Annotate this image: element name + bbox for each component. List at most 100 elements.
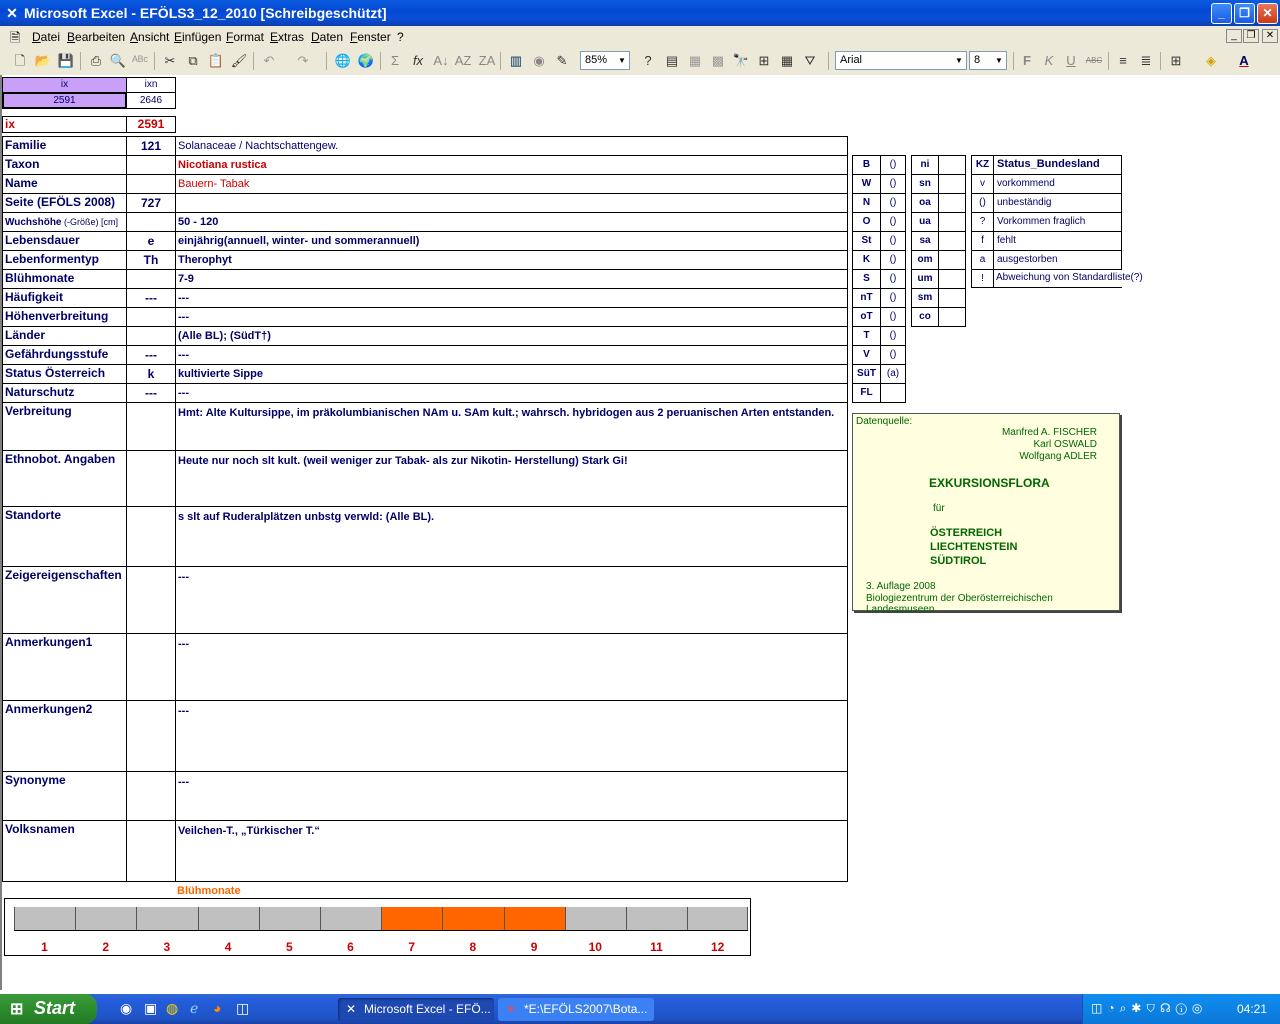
field-value[interactable] [175, 193, 848, 213]
field-code[interactable] [126, 450, 176, 507]
field-value[interactable]: (Alle BL); (SüdT†) [175, 326, 848, 346]
field-value[interactable]: 7-9 [175, 269, 848, 289]
field-code[interactable]: --- [126, 288, 176, 308]
doc-minimize-button[interactable]: _ [1226, 29, 1242, 43]
field-value[interactable]: --- [175, 633, 848, 701]
hyperlink-icon[interactable]: 🌐 [333, 52, 353, 70]
web-icon[interactable]: 🌍 [356, 52, 376, 70]
redo-icon[interactable]: ↷ [293, 52, 313, 70]
field-value[interactable]: --- [175, 345, 848, 365]
table-icon[interactable]: ▦ [777, 52, 797, 70]
bold-button[interactable]: F [1017, 52, 1037, 70]
firefox-icon[interactable]: ◕ [213, 1000, 221, 1016]
field-value[interactable]: Bauern- Tabak [175, 174, 848, 194]
help-icon[interactable]: ? [638, 52, 658, 70]
calc-icon[interactable]: ▩ [708, 52, 728, 70]
field-value[interactable]: einjährig(annuell, winter- und sommerann… [175, 231, 848, 251]
field-code[interactable] [126, 212, 176, 232]
menu-ansicht[interactable]: Ansicht [130, 30, 169, 44]
zoom-select[interactable]: 85% ▼ [580, 51, 630, 70]
field-code[interactable] [126, 771, 176, 821]
font-color-icon[interactable]: A [1234, 52, 1254, 70]
field-code[interactable] [126, 326, 176, 346]
undo-icon[interactable]: ↶ [259, 52, 279, 70]
altitude-status[interactable] [938, 231, 966, 251]
region-status[interactable]: (a) [880, 364, 906, 384]
tray-icons[interactable]: ◫◔⌕✱⛉☊ⓘ◎ [1091, 1001, 1207, 1016]
field-code[interactable] [126, 506, 176, 567]
spellcheck-icon[interactable]: ᴬᴮᶜ [130, 52, 150, 70]
field-code[interactable] [126, 700, 176, 772]
sort-desc-icon[interactable]: ZA [477, 52, 497, 70]
save-icon[interactable]: 💾 [56, 52, 76, 70]
field-code[interactable]: --- [126, 345, 176, 365]
field-code[interactable]: k [126, 364, 176, 384]
altitude-status[interactable] [938, 193, 966, 213]
field-value[interactable]: --- [175, 700, 848, 772]
altitude-status[interactable] [938, 155, 966, 175]
ixn-value-cell[interactable]: 2646 [126, 92, 176, 109]
quicklaunch-icon-6[interactable]: ◫ [236, 1000, 249, 1017]
restore-button[interactable]: ❐ [1234, 3, 1255, 24]
altitude-status[interactable] [938, 269, 966, 289]
region-status[interactable]: () [880, 231, 906, 251]
region-status[interactable]: () [880, 193, 906, 213]
form-icon[interactable]: ▤ [662, 52, 682, 70]
drawing-icon[interactable]: ✎ [552, 52, 572, 70]
italic-button[interactable]: K [1039, 52, 1059, 70]
font-select[interactable]: Arial ▼ [835, 51, 967, 70]
align-center-icon[interactable]: ≣ [1136, 52, 1156, 70]
sort-asc-icon[interactable]: A↓ [431, 52, 451, 70]
field-value[interactable]: --- [175, 771, 848, 821]
field-code[interactable]: 121 [126, 136, 176, 156]
field-value[interactable]: s slt auf Ruderalplätzen unbstg verwld: … [175, 506, 848, 567]
region-status[interactable]: () [880, 288, 906, 308]
font-size-select[interactable]: 8 ▼ [969, 51, 1007, 70]
region-status[interactable]: () [880, 174, 906, 194]
find-icon[interactable]: 🔭 [731, 52, 751, 70]
start-button[interactable]: ⊞ Start [0, 994, 97, 1024]
field-value[interactable]: 50 - 120 [175, 212, 848, 232]
region-status[interactable]: () [880, 155, 906, 175]
altitude-status[interactable] [938, 174, 966, 194]
task-excel[interactable]: ✕ Microsoft Excel - EFÖ... [338, 998, 494, 1021]
sort-az-icon[interactable]: AZ [453, 52, 473, 70]
field-value[interactable]: --- [175, 288, 848, 308]
strike-button[interactable]: ABC [1084, 52, 1104, 70]
function-icon[interactable]: fx [408, 52, 428, 70]
menu-datei[interactable]: Datei [32, 30, 60, 44]
borders-icon[interactable]: ⊞ [1166, 52, 1186, 70]
freeze-icon[interactable]: ⊞ [754, 52, 774, 70]
autofilter-icon[interactable]: ⛛ [800, 52, 820, 70]
paste-icon[interactable]: 📋 [206, 52, 226, 70]
region-status[interactable]: () [880, 212, 906, 232]
menu-format[interactable]: Format [226, 30, 264, 44]
field-value[interactable]: Heute nur noch slt kult. (weil weniger z… [175, 450, 848, 507]
ix-value-cell[interactable]: 2591 [2, 92, 127, 109]
align-left-icon[interactable]: ≡ [1113, 52, 1133, 70]
field-code[interactable]: 727 [126, 193, 176, 213]
field-value[interactable]: Hmt: Alte Kultursippe, im präkolumbianis… [175, 402, 848, 451]
altitude-status[interactable] [938, 250, 966, 270]
region-status[interactable]: () [880, 250, 906, 270]
altitude-status[interactable] [938, 288, 966, 308]
quicklaunch-icon-2[interactable]: ▣ [144, 1000, 157, 1017]
field-code[interactable] [126, 155, 176, 175]
quicklaunch-icon-1[interactable]: ◉ [120, 1000, 132, 1017]
underline-button[interactable]: U [1061, 52, 1081, 70]
field-code[interactable] [126, 633, 176, 701]
field-value[interactable]: --- [175, 307, 848, 327]
doc-close-button[interactable]: ✕ [1262, 29, 1278, 43]
print-preview-icon[interactable]: 🔍 [108, 52, 128, 70]
field-code[interactable] [126, 307, 176, 327]
quicklaunch-icon-3[interactable]: ◍ [166, 1000, 178, 1017]
ie-icon[interactable]: ℯ [190, 1000, 198, 1017]
field-code[interactable] [126, 566, 176, 634]
fill-color-icon[interactable]: ◈ [1201, 52, 1221, 70]
field-value[interactable]: Nicotiana rustica [175, 155, 848, 175]
format-painter-icon[interactable]: 🖌 [229, 52, 249, 70]
field-value[interactable]: --- [175, 566, 848, 634]
region-status[interactable]: () [880, 345, 906, 365]
field-code[interactable]: Th [126, 250, 176, 270]
open-icon[interactable]: 📂 [33, 52, 53, 70]
